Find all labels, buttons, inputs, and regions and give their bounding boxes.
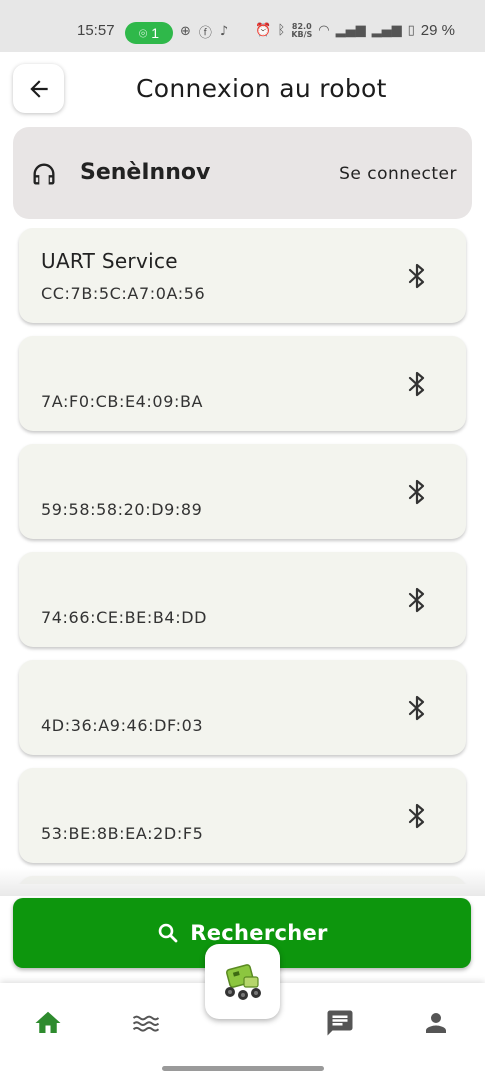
search-button-label: Rechercher: [190, 921, 328, 945]
bluetooth-icon[interactable]: [405, 262, 429, 290]
connected-device-card[interactable]: SenèInnov Se connecter: [13, 127, 472, 219]
home-indicator[interactable]: [162, 1066, 324, 1071]
device-item[interactable]: 7A:F0:CB:E4:09:BA: [19, 336, 466, 431]
signal-icon-2: ▂▄▆: [371, 23, 402, 38]
vpn-icon: ⊕: [180, 24, 191, 39]
chat-icon: [327, 1010, 353, 1036]
person-icon: [426, 1013, 446, 1033]
arrow-left-icon: [29, 79, 48, 98]
battery-level: 29 %: [420, 22, 455, 39]
device-mac: 59:58:58:20:D9:89: [41, 500, 203, 519]
robot-fab-button[interactable]: [205, 944, 280, 1019]
wifi-icon: ◠: [318, 23, 330, 38]
hotspot-count: 1: [151, 25, 160, 41]
device-name: UART Service: [41, 249, 178, 273]
bluetooth-icon[interactable]: [405, 586, 429, 614]
nav-waves[interactable]: [130, 1007, 162, 1039]
nav-profile[interactable]: [420, 1007, 452, 1039]
bluetooth-icon[interactable]: [405, 694, 429, 722]
page-title: Connexion au robot: [136, 74, 387, 103]
bluetooth-icon[interactable]: [405, 802, 429, 830]
hotspot-badge: ⌾ 1: [125, 22, 173, 44]
device-list[interactable]: UART Service CC:7B:5C:A7:0A:56 7A:F0:CB:…: [0, 228, 485, 884]
nav-chat[interactable]: [324, 1007, 356, 1039]
facebook-icon: ⓕ: [198, 26, 212, 41]
hotspot-icon: ⌾: [138, 24, 148, 41]
device-item[interactable]: 59:58:58:20:D9:89: [19, 444, 466, 539]
device-mac: 53:BE:8B:EA:2D:F5: [41, 824, 204, 843]
device-mac: 4D:36:A9:46:DF:03: [41, 716, 204, 735]
bluetooth-status-icon: ᛒ: [277, 23, 286, 38]
alarm-icon: ⏰: [255, 23, 272, 38]
nav-home[interactable]: [32, 1007, 64, 1039]
status-time: 15:57: [77, 22, 115, 39]
status-bar: 15:57 ⌾ 1 ⊕ ⓕ ♪ ⏰ ᛒ 82.0 KB/S ◠ ▂▄▆ ▂▄▆ …: [0, 0, 485, 52]
bluetooth-icon[interactable]: [405, 478, 429, 506]
device-mac: 74:66:CE:BE:B4:DD: [41, 608, 208, 627]
connected-device-name: SenèInnov: [80, 160, 211, 185]
notification-icons: ⊕ ⓕ ♪: [180, 22, 228, 41]
signal-icon: ▂▄▆: [335, 23, 366, 38]
device-item[interactable]: 74:66:CE:BE:B4:DD: [19, 552, 466, 647]
network-speed: 82.0 KB/S: [291, 21, 313, 39]
device-mac: CC:7B:5C:A7:0A:56: [41, 284, 206, 303]
tiktok-icon: ♪: [219, 24, 229, 39]
headphones-icon: [33, 163, 55, 185]
device-item[interactable]: 53:BE:8B:EA:2D:F5: [19, 768, 466, 863]
back-button[interactable]: [13, 64, 64, 113]
device-mac: 7A:F0:CB:E4:09:BA: [41, 392, 204, 411]
device-item[interactable]: UART Service CC:7B:5C:A7:0A:56: [19, 228, 466, 323]
list-fade: [0, 868, 485, 896]
battery-icon: ▯: [407, 23, 415, 38]
robot-icon: [224, 963, 261, 1000]
device-item[interactable]: 4D:36:A9:46:DF:03: [19, 660, 466, 755]
home-icon: [35, 1011, 61, 1033]
search-icon: [158, 923, 178, 943]
system-icons: ⏰ ᛒ 82.0 KB/S ◠ ▂▄▆ ▂▄▆ ▯ 29 %: [255, 22, 455, 39]
bluetooth-icon[interactable]: [405, 370, 429, 398]
waves-icon: [132, 1015, 160, 1032]
connect-button[interactable]: Se connecter: [339, 164, 457, 184]
